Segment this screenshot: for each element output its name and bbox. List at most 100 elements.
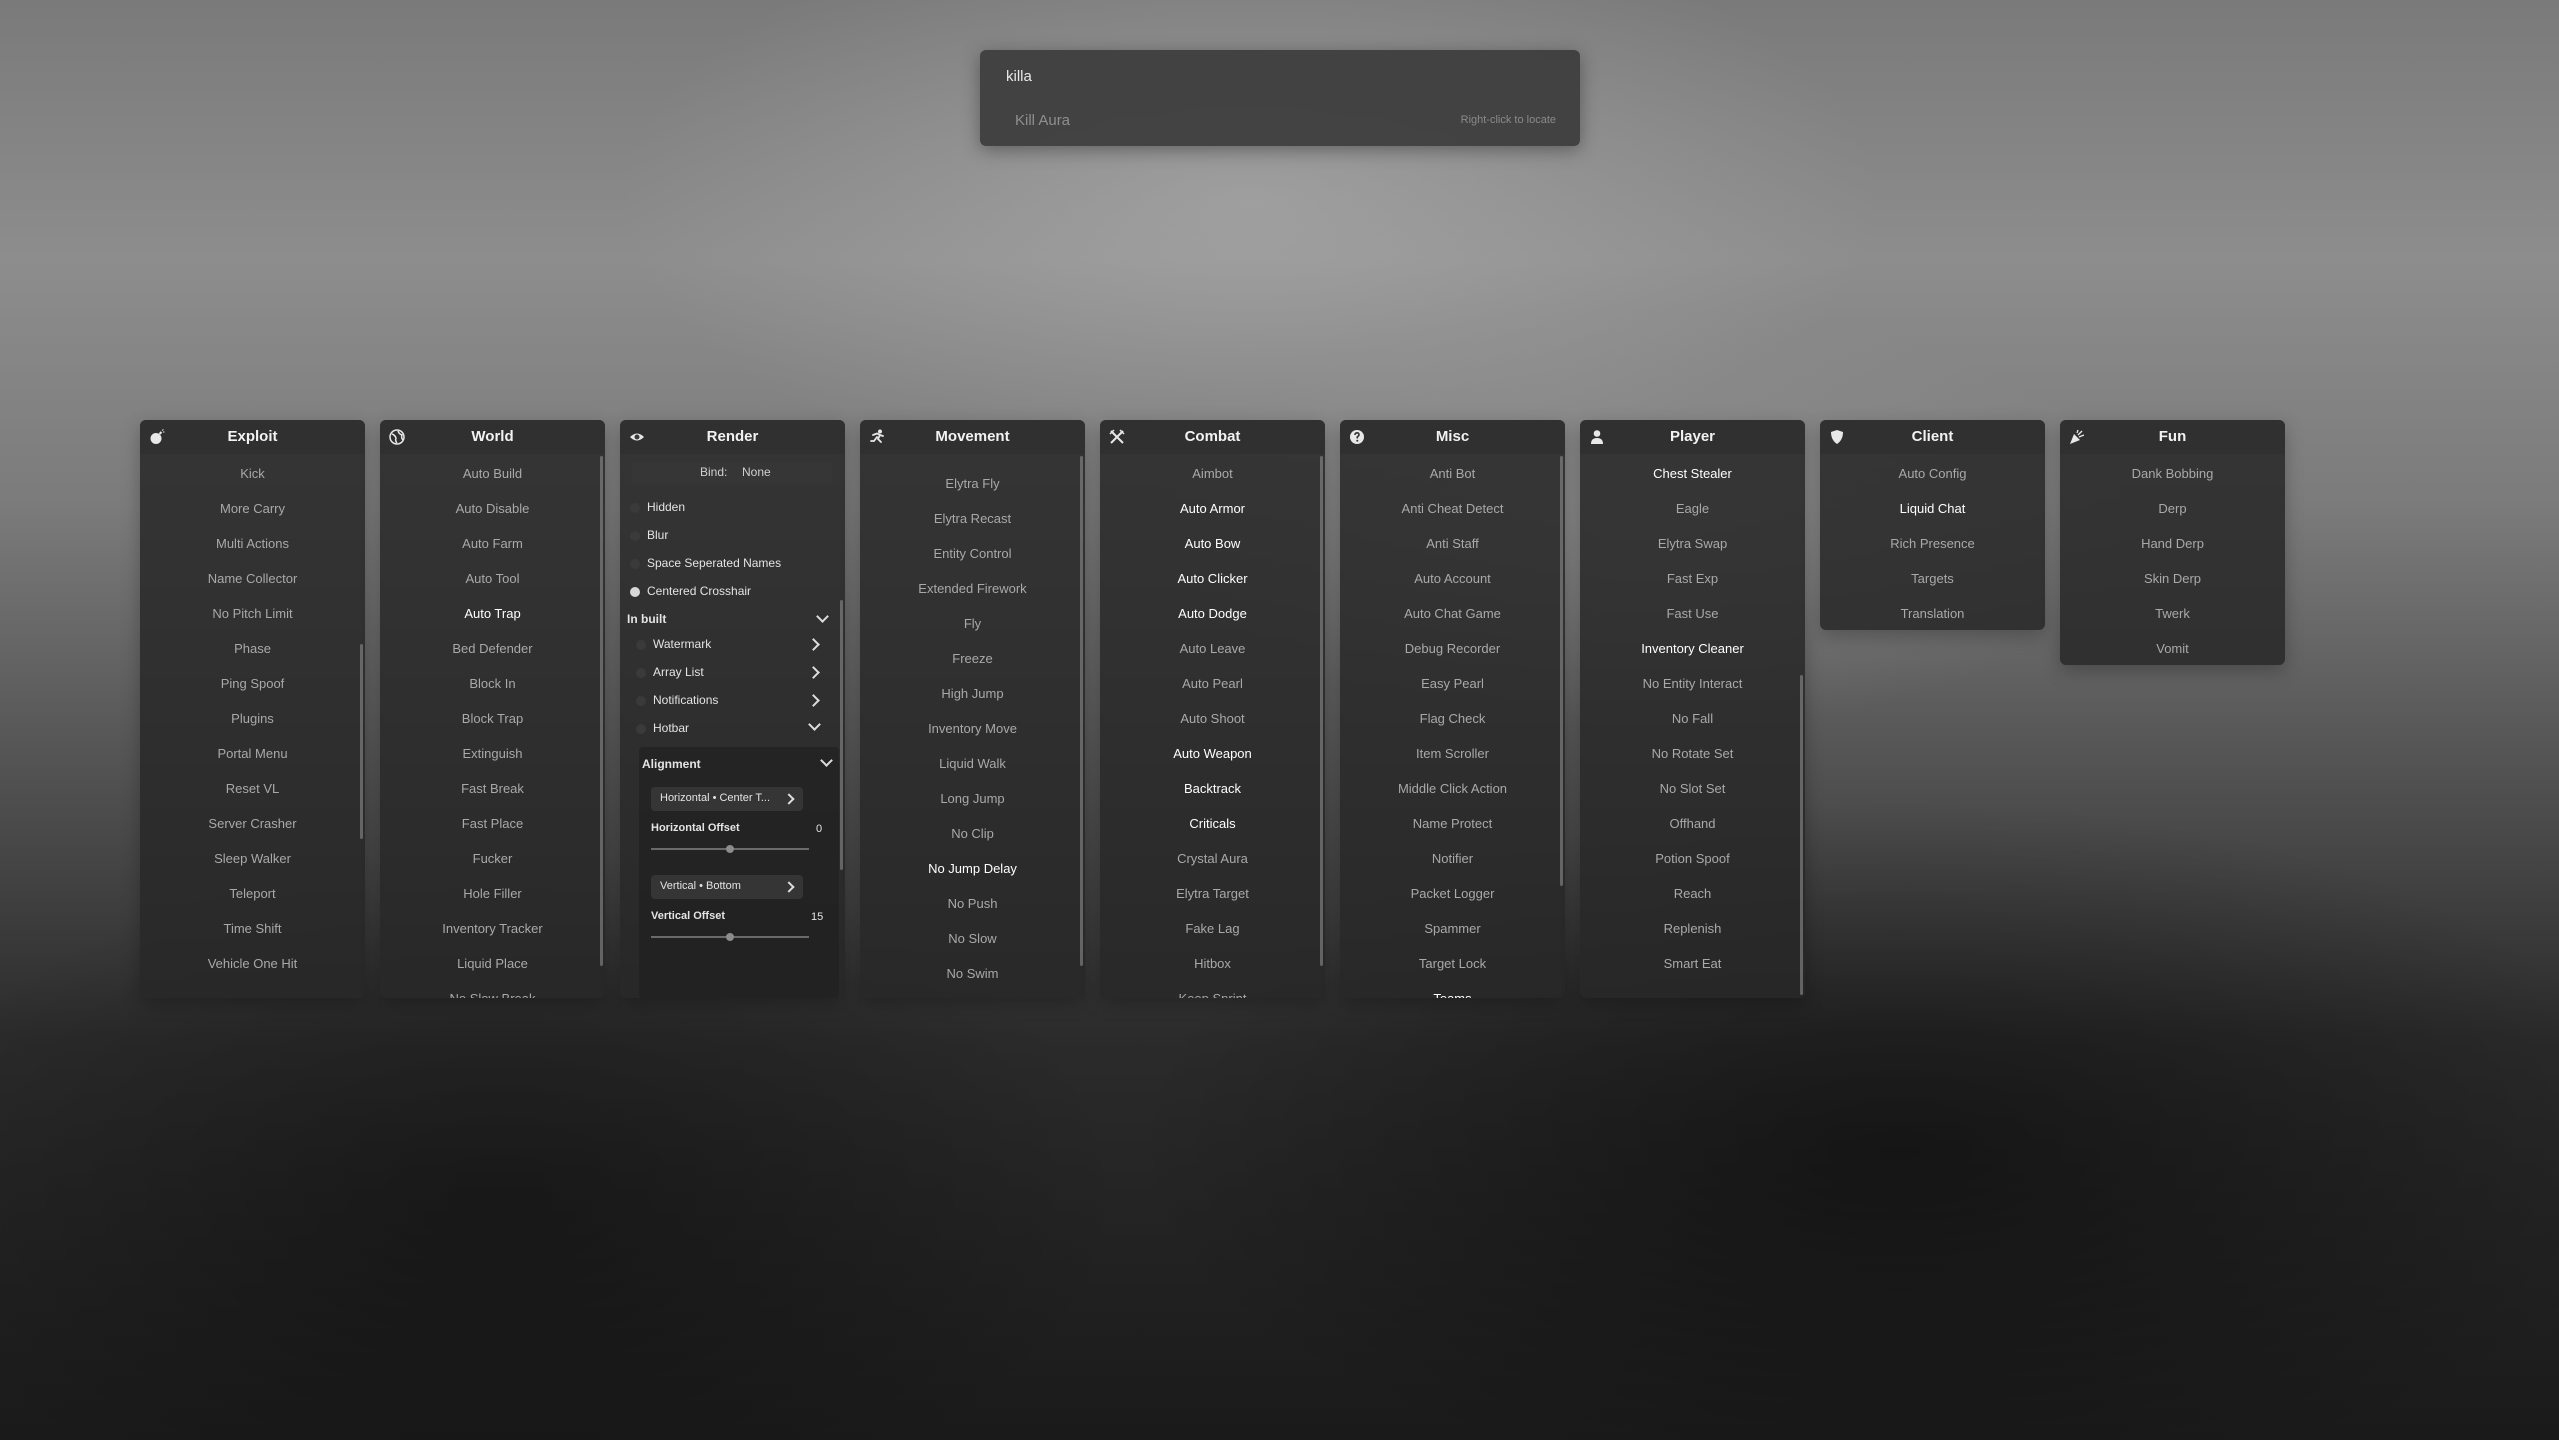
scrollbar[interactable] xyxy=(600,456,603,966)
module-item[interactable]: Skin Derp xyxy=(2060,570,2285,588)
module-item[interactable]: Inventory Cleaner xyxy=(1580,640,1805,658)
module-item[interactable]: Auto Account xyxy=(1340,570,1565,588)
module-item[interactable]: Auto Disable xyxy=(380,500,605,518)
panel-header-client[interactable]: Client xyxy=(1820,420,2045,454)
panel-header-world[interactable]: World xyxy=(380,420,605,454)
panel-header-combat[interactable]: Combat xyxy=(1100,420,1325,454)
module-item[interactable]: No Entity Interact xyxy=(1580,675,1805,693)
module-item[interactable]: Item Scroller xyxy=(1340,745,1565,763)
module-item[interactable]: Fake Lag xyxy=(1100,920,1325,938)
module-item[interactable]: Anti Staff xyxy=(1340,535,1565,553)
module-item[interactable]: Inventory Move xyxy=(860,720,1085,738)
module-item[interactable]: Elytra Recast xyxy=(860,510,1085,528)
panel-movement[interactable]: Movement Elytra Fly Elytra Recast Entity C… xyxy=(860,420,1085,998)
panel-header-fun[interactable]: Fun xyxy=(2060,420,2285,454)
panel-combat[interactable]: Combat Aimbot Auto Armor Auto Bow Auto Clic… xyxy=(1100,420,1325,998)
module-item[interactable]: Auto Farm xyxy=(380,535,605,553)
module-item[interactable]: Hand Derp xyxy=(2060,535,2285,553)
module-item[interactable]: Auto Leave xyxy=(1100,640,1325,658)
module-item[interactable]: Extinguish xyxy=(380,745,605,763)
module-item[interactable]: Elytra Swap xyxy=(1580,535,1805,553)
module-item[interactable]: Potion Spoof xyxy=(1580,850,1805,868)
module-item[interactable]: Smart Eat xyxy=(1580,955,1805,973)
module-item[interactable]: Name Collector xyxy=(140,570,365,588)
module-item[interactable]: Replenish xyxy=(1580,920,1805,938)
bind-field[interactable]: Bind: None xyxy=(632,462,832,482)
module-item[interactable]: Fast Break xyxy=(380,780,605,798)
panel-header-misc[interactable]: Misc xyxy=(1340,420,1565,454)
module-item[interactable]: Twerk xyxy=(2060,605,2285,623)
module-item[interactable]: Elytra Target xyxy=(1100,885,1325,903)
module-item[interactable]: Fucker xyxy=(380,850,605,868)
module-item[interactable]: Extended Firework xyxy=(860,580,1085,598)
panel-player[interactable]: Player BlinkChest StealerEagleElytra Swa… xyxy=(1580,420,1805,998)
module-item[interactable]: Block In xyxy=(380,675,605,693)
scrollbar[interactable] xyxy=(1080,456,1083,966)
module-item[interactable]: Vomit xyxy=(2060,640,2285,658)
module-item[interactable]: Crystal Aura xyxy=(1100,850,1325,868)
module-item[interactable]: Auto Dodge xyxy=(1100,605,1325,623)
module-item[interactable]: Entity Control xyxy=(860,545,1085,563)
module-item[interactable]: No Push xyxy=(860,895,1085,913)
module-item[interactable]: Inventory Tracker xyxy=(380,920,605,938)
module-item[interactable]: Auto Pearl xyxy=(1100,675,1325,693)
scrollbar[interactable] xyxy=(840,600,843,870)
module-item[interactable]: Fly xyxy=(860,615,1085,633)
search-result[interactable]: Kill Aura Right-click to locate xyxy=(980,104,1580,140)
module-item[interactable]: Anti Cheat Detect xyxy=(1340,500,1565,518)
module-item[interactable]: Targets xyxy=(1820,570,2045,588)
module-item[interactable]: Dank Bobbing xyxy=(2060,465,2285,483)
scrollbar[interactable] xyxy=(1800,675,1803,995)
module-item[interactable]: Reach xyxy=(1580,885,1805,903)
module-item[interactable]: Time Shift xyxy=(140,920,365,938)
module-item[interactable]: Debug Recorder xyxy=(1340,640,1565,658)
module-item[interactable]: Teleport xyxy=(140,885,365,903)
module-item[interactable]: Liquid Walk xyxy=(860,755,1085,773)
module-item[interactable]: No Fall xyxy=(1580,710,1805,728)
module-item[interactable]: Offhand xyxy=(1580,815,1805,833)
module-item[interactable]: Backtrack xyxy=(1100,780,1325,798)
module-item[interactable]: Liquid Place xyxy=(380,955,605,973)
module-item[interactable]: No Clip xyxy=(860,825,1085,843)
scrollbar[interactable] xyxy=(1560,456,1563,886)
module-item[interactable]: Name Protect xyxy=(1340,815,1565,833)
module-item[interactable]: Elytra Fly xyxy=(860,475,1085,493)
module-item[interactable]: No Slow Break xyxy=(380,990,605,998)
module-item[interactable]: Flag Check xyxy=(1340,710,1565,728)
module-item[interactable]: Hitbox xyxy=(1100,955,1325,973)
module-item[interactable]: Notifier xyxy=(1340,850,1565,868)
module-item[interactable]: Portal Menu xyxy=(140,745,365,763)
module-item[interactable]: Block Trap xyxy=(380,710,605,728)
module-item[interactable]: Long Jump xyxy=(860,790,1085,808)
module-item[interactable]: Aimbot xyxy=(1100,465,1325,483)
horizontal-alignment-select[interactable]: Horizontal • Center T... xyxy=(651,787,803,811)
module-item[interactable]: Auto Config xyxy=(1820,465,2045,483)
module-item[interactable]: Middle Click Action xyxy=(1340,780,1565,798)
module-item[interactable]: No Swim xyxy=(860,965,1085,983)
module-item[interactable]: Fast Exp xyxy=(1580,570,1805,588)
module-item[interactable]: Auto Tool xyxy=(380,570,605,588)
module-item[interactable]: No Slow xyxy=(860,930,1085,948)
module-item[interactable]: Server Crasher xyxy=(140,815,365,833)
module-item[interactable]: Hole Filler xyxy=(380,885,605,903)
module-item[interactable]: Target Lock xyxy=(1340,955,1565,973)
panel-fun[interactable]: Fun Dank Bobbing Derp Hand Derp Skin Derp Tw… xyxy=(2060,420,2285,665)
module-item[interactable]: Auto Clicker xyxy=(1100,570,1325,588)
module-item[interactable]: Anti Bot xyxy=(1340,465,1565,483)
module-item[interactable]: Multi Actions xyxy=(140,535,365,553)
module-item[interactable]: Fast Use xyxy=(1580,605,1805,623)
module-item[interactable]: Ping Spoof xyxy=(140,675,365,693)
vertical-alignment-select[interactable]: Vertical • Bottom xyxy=(651,875,803,899)
module-item[interactable]: Auto Chat Game xyxy=(1340,605,1565,623)
panel-header-player[interactable]: Player xyxy=(1580,420,1805,454)
scrollbar[interactable] xyxy=(1320,456,1323,966)
module-item[interactable]: Auto Armor xyxy=(1100,500,1325,518)
module-item[interactable]: Plugins xyxy=(140,710,365,728)
panel-misc[interactable]: Misc Anti Bot Anti Cheat Detect Anti Staff… xyxy=(1340,420,1565,998)
module-item[interactable]: No Jump Delay xyxy=(860,860,1085,878)
panel-client[interactable]: Client Auto Config Liquid Chat Rich Presen… xyxy=(1820,420,2045,630)
module-item[interactable]: No Rotate Set xyxy=(1580,745,1805,763)
module-item[interactable]: High Jump xyxy=(860,685,1085,703)
module-item[interactable]: Kick xyxy=(140,465,365,483)
panel-render[interactable]: Render Bind: None Hidden Blur Space Sepe… xyxy=(620,420,845,998)
